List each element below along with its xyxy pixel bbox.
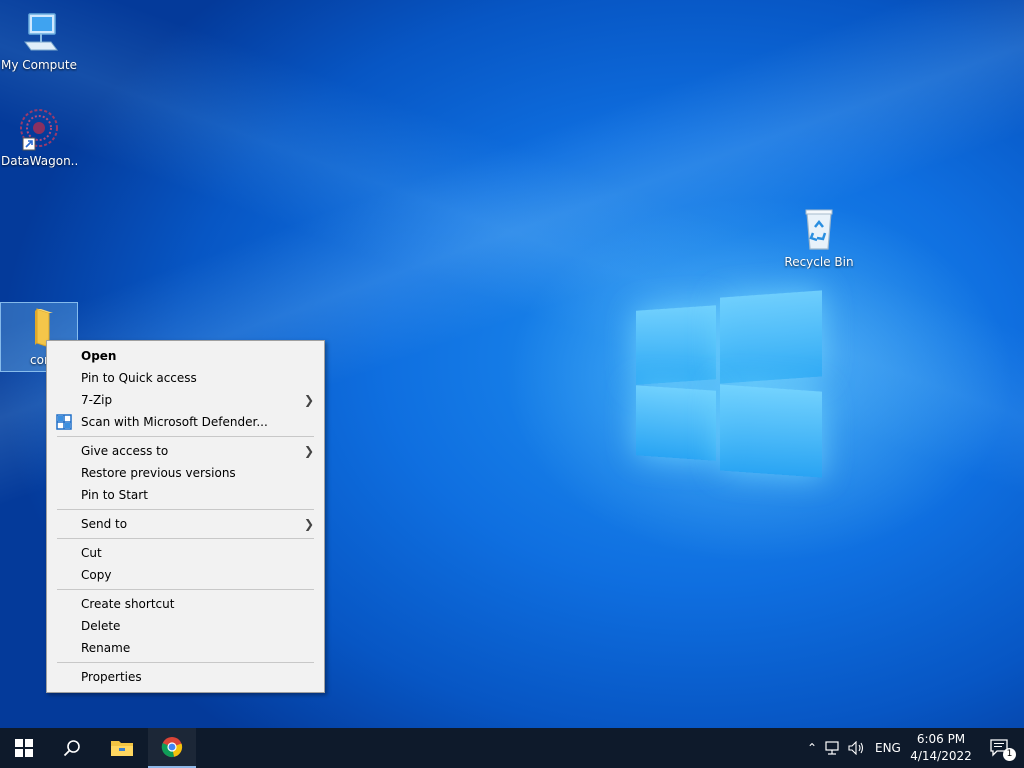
desktop[interactable]: My Computer DataWagon... Recycle Bin cor…: [0, 0, 1024, 728]
datawagon-app-icon: [15, 104, 63, 152]
notification-center-button[interactable]: 1: [976, 728, 1024, 768]
chrome-icon: [161, 737, 183, 758]
recycle-bin-icon: [795, 205, 843, 253]
menu-item-label: Open: [81, 349, 117, 363]
search-icon: [63, 740, 80, 757]
start-button[interactable]: [0, 728, 48, 768]
clock[interactable]: 6:06 PM 4/14/2022: [906, 731, 976, 765]
chevron-right-icon: ❯: [303, 517, 314, 531]
menu-item-label: Rename: [81, 641, 131, 655]
menu-item-scan-defender[interactable]: Scan with Microsoft Defender...: [47, 411, 324, 433]
volume-icon[interactable]: [845, 741, 869, 755]
menu-item-open[interactable]: Open: [47, 345, 324, 367]
wallpaper-windows-logo: [636, 290, 822, 480]
clock-date: 4/14/2022: [910, 749, 972, 763]
menu-item-delete[interactable]: Delete: [47, 615, 324, 637]
menu-item-label: Give access to: [81, 444, 169, 458]
menu-item-give-access[interactable]: Give access to ❯: [47, 440, 324, 462]
taskbar-file-explorer[interactable]: [98, 728, 146, 768]
network-icon[interactable]: [821, 741, 845, 755]
menu-item-label: Restore previous versions: [81, 466, 236, 480]
menu-item-label: Copy: [81, 568, 112, 582]
menu-item-create-shortcut[interactable]: Create shortcut: [47, 593, 324, 615]
windows-start-icon: [15, 739, 33, 757]
menu-separator: [57, 509, 314, 510]
search-button[interactable]: [48, 728, 96, 768]
menu-item-label: Send to: [81, 517, 128, 531]
menu-separator: [57, 538, 314, 539]
menu-item-label: Properties: [81, 670, 142, 684]
context-menu: Open Pin to Quick access 7-Zip ❯ Scan wit…: [46, 340, 325, 693]
menu-item-copy[interactable]: Copy: [47, 564, 324, 586]
desktop-icon-my-computer[interactable]: My Computer: [1, 8, 77, 72]
desktop-icon-datawagon[interactable]: DataWagon...: [1, 104, 77, 168]
menu-item-restore-previous[interactable]: Restore previous versions: [47, 462, 324, 484]
menu-item-label: Cut: [81, 546, 102, 560]
menu-item-label: Create shortcut: [81, 597, 175, 611]
menu-item-label: Pin to Quick access: [81, 371, 197, 385]
taskbar-chrome[interactable]: [148, 728, 196, 768]
taskbar: ⌃ ENG 6:06 PM 4/14/2022 1: [0, 728, 1024, 768]
menu-item-7zip[interactable]: 7-Zip ❯: [47, 389, 324, 411]
menu-separator: [57, 436, 314, 437]
menu-item-rename[interactable]: Rename: [47, 637, 324, 659]
menu-item-label: Delete: [81, 619, 121, 633]
chevron-right-icon: ❯: [303, 444, 314, 458]
menu-item-properties[interactable]: Properties: [47, 666, 324, 688]
notification-count-badge: 1: [1003, 748, 1016, 761]
menu-item-label: Scan with Microsoft Defender...: [81, 415, 268, 429]
menu-item-cut[interactable]: Cut: [47, 542, 324, 564]
menu-item-send-to[interactable]: Send to ❯: [47, 513, 324, 535]
defender-shield-icon: [56, 414, 72, 430]
system-tray: ⌃ ENG: [803, 728, 901, 768]
desktop-icon-label: DataWagon...: [1, 154, 77, 168]
menu-separator: [57, 589, 314, 590]
menu-item-label: 7-Zip: [81, 393, 113, 407]
menu-item-label: Pin to Start: [81, 488, 148, 502]
language-indicator[interactable]: ENG: [875, 741, 901, 755]
menu-item-pin-start[interactable]: Pin to Start: [47, 484, 324, 506]
desktop-icon-recycle-bin[interactable]: Recycle Bin: [781, 205, 857, 269]
chevron-right-icon: ❯: [303, 393, 314, 407]
desktop-icon-label: Recycle Bin: [784, 255, 854, 269]
menu-item-pin-quick-access[interactable]: Pin to Quick access: [47, 367, 324, 389]
chevron-up-icon[interactable]: ⌃: [803, 741, 821, 755]
desktop-icon-label: My Computer: [1, 58, 77, 72]
menu-separator: [57, 662, 314, 663]
clock-time: 6:06 PM: [916, 732, 966, 746]
computer-icon: [15, 8, 63, 56]
file-explorer-icon: [111, 741, 133, 756]
